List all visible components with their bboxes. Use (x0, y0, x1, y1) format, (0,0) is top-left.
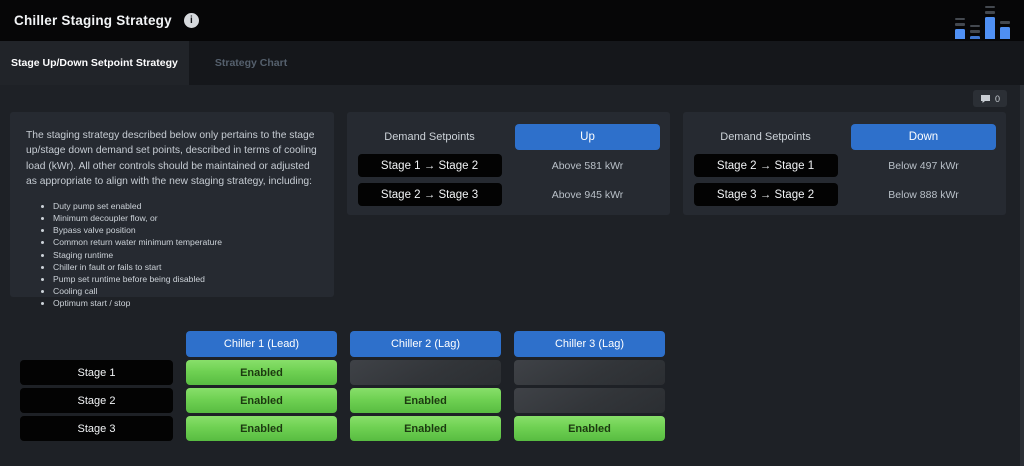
setpoint-value: Below 888 kWr (851, 189, 996, 201)
stage-up-button[interactable]: Up (515, 124, 660, 150)
mini-chart-bar (970, 25, 980, 39)
list-item: Bypass valve position (53, 224, 318, 236)
demand-setpoints-down-header: Demand Setpoints Down (693, 124, 996, 150)
setpoint-row: Stage 2 → Stage 3 Above 945 kWr (357, 183, 660, 206)
mini-chart-bar (985, 6, 995, 39)
demand-setpoints-up-header: Demand Setpoints Up (357, 124, 660, 150)
stage3-chiller2-cell[interactable]: Enabled (350, 416, 501, 441)
tab-stage-updown-setpoint-strategy[interactable]: Stage Up/Down Setpoint Strategy (0, 41, 189, 85)
demand-setpoints-title: Demand Setpoints (693, 131, 838, 143)
stage1-chiller3-cell[interactable] (514, 360, 665, 385)
setpoint-row: Stage 1 → Stage 2 Above 581 kWr (357, 154, 660, 177)
comments-count: 0 (995, 94, 1000, 104)
comments-row: 0 (0, 85, 1024, 107)
demand-setpoints-down-panel: Demand Setpoints Down Stage 2 → Stage 1 … (683, 112, 1006, 215)
stage-2-row-label: Stage 2 (20, 388, 173, 413)
chiller-stage-table: Chiller 1 (Lead) Chiller 2 (Lag) Chiller… (20, 331, 1024, 441)
stage1-chiller1-cell[interactable]: Enabled (186, 360, 337, 385)
setpoint-panels-row: The staging strategy described below onl… (0, 107, 1024, 297)
stage3-chiller3-cell[interactable]: Enabled (514, 416, 665, 441)
demand-setpoints-title: Demand Setpoints (357, 131, 502, 143)
table-corner-spacer (20, 331, 173, 357)
stage-1-row-label: Stage 1 (20, 360, 173, 385)
page-title: Chiller Staging Strategy (14, 13, 172, 28)
tab-bar: Stage Up/Down Setpoint Strategy Strategy… (0, 41, 1024, 85)
stage-down-button[interactable]: Down (851, 124, 996, 150)
stage2-chiller2-cell[interactable]: Enabled (350, 388, 501, 413)
setpoint-row: Stage 2 → Stage 1 Below 497 kWr (693, 154, 996, 177)
stage2-chiller3-cell[interactable] (514, 388, 665, 413)
mini-bar-chart-icon (955, 3, 1014, 39)
mini-chart-bar (955, 18, 965, 39)
list-item: Pump set runtime before being disabled (53, 273, 318, 285)
demand-setpoints-up-panel: Demand Setpoints Up Stage 1 → Stage 2 Ab… (347, 112, 670, 215)
info-icon[interactable]: i (184, 13, 199, 28)
list-item: Duty pump set enabled (53, 200, 318, 212)
list-item: Chiller in fault or fails to start (53, 261, 318, 273)
main-content: 0 The staging strategy described below o… (0, 85, 1024, 466)
stage-transition-label: Stage 1 → Stage 2 (358, 154, 502, 177)
stage-transition-label: Stage 3 → Stage 2 (694, 183, 838, 206)
list-item: Staging runtime (53, 249, 318, 261)
setpoint-row: Stage 3 → Stage 2 Below 888 kWr (693, 183, 996, 206)
vertical-scrollbar[interactable] (1020, 85, 1024, 466)
stage-transition-label: Stage 2 → Stage 3 (358, 183, 502, 206)
list-item: Common return water minimum temperature (53, 236, 318, 248)
setpoint-value: Below 497 kWr (851, 160, 996, 172)
stage2-chiller1-cell[interactable]: Enabled (186, 388, 337, 413)
strategy-controls-list: Duty pump set enabled Minimum decoupler … (26, 200, 318, 310)
setpoint-value: Above 581 kWr (515, 160, 660, 172)
list-item: Minimum decoupler flow, or (53, 212, 318, 224)
stage-transition-label: Stage 2 → Stage 1 (694, 154, 838, 177)
stage1-chiller2-cell[interactable] (350, 360, 501, 385)
strategy-description-text: The staging strategy described below onl… (26, 128, 318, 190)
app-header: Chiller Staging Strategy i (0, 0, 1024, 41)
list-item: Cooling call (53, 285, 318, 297)
stage-3-row-label: Stage 3 (20, 416, 173, 441)
stage3-chiller1-cell[interactable]: Enabled (186, 416, 337, 441)
tab-strategy-chart[interactable]: Strategy Chart (189, 41, 313, 85)
mini-chart-bar (1000, 21, 1010, 39)
comments-badge[interactable]: 0 (973, 90, 1007, 107)
chiller-3-header-button[interactable]: Chiller 3 (Lag) (514, 331, 665, 357)
comment-bubble-icon (980, 94, 991, 104)
chiller-2-header-button[interactable]: Chiller 2 (Lag) (350, 331, 501, 357)
chiller-1-header-button[interactable]: Chiller 1 (Lead) (186, 331, 337, 357)
list-item: Optimum start / stop (53, 297, 318, 309)
strategy-description-panel: The staging strategy described below onl… (10, 112, 334, 297)
setpoint-value: Above 945 kWr (515, 189, 660, 201)
